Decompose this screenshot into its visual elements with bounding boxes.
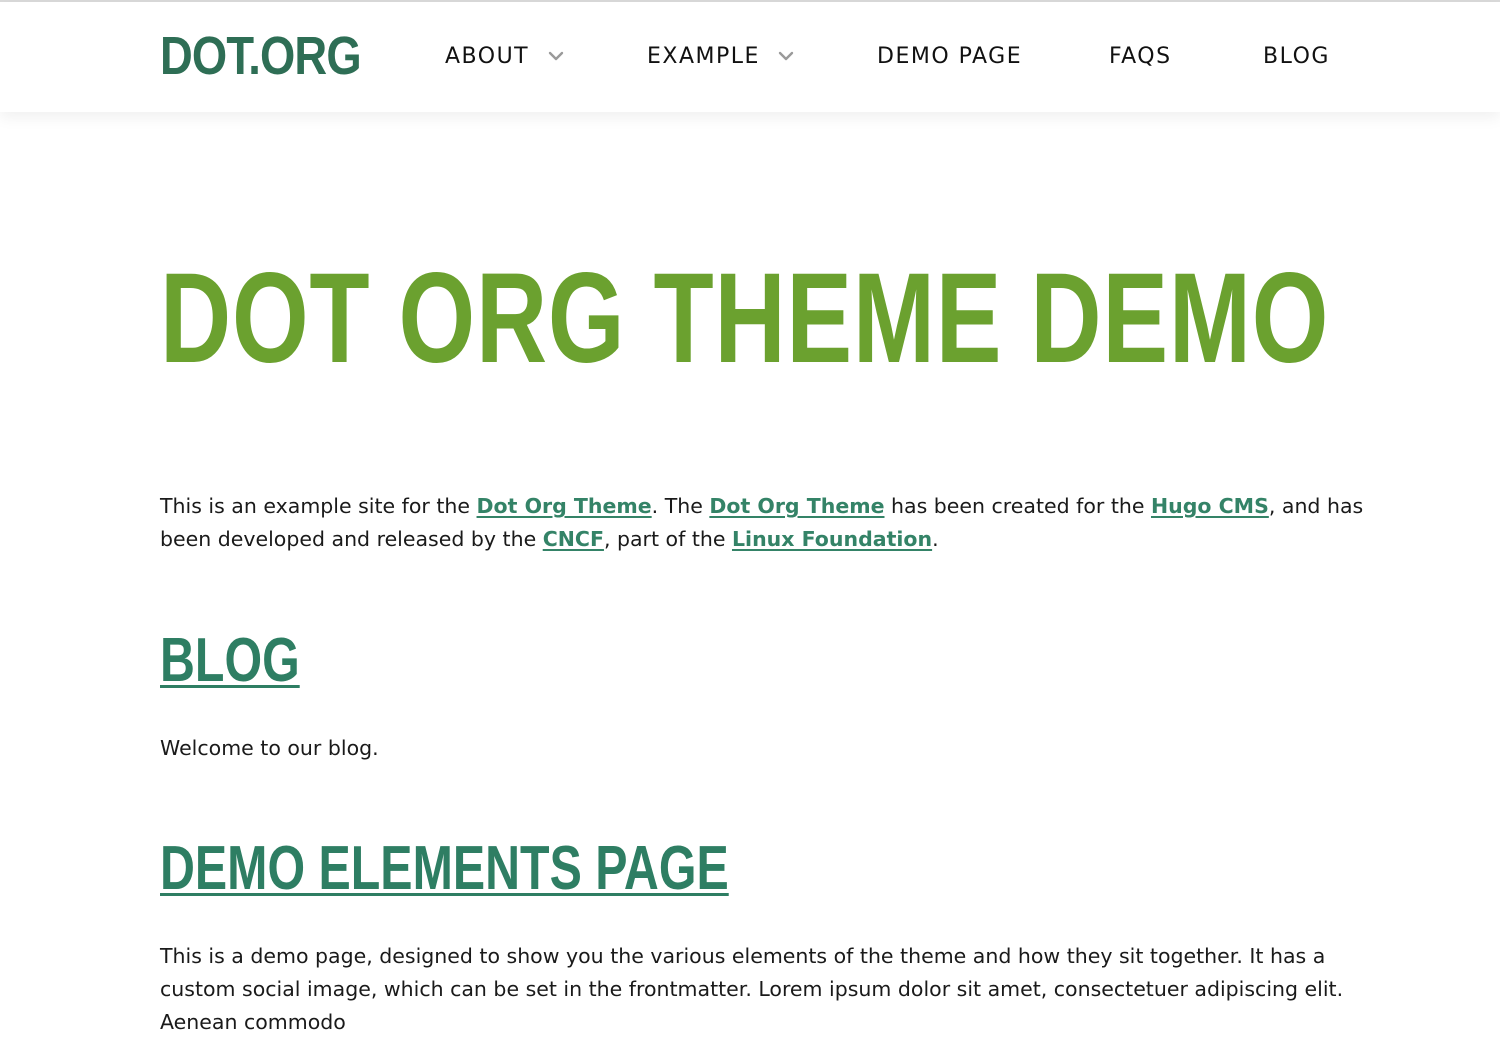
section-title-demo-elements: DEMO ELEMENTS PAGE (160, 836, 729, 902)
nav-item-demo-page[interactable]: DEMO PAGE (877, 42, 1022, 72)
nav-label-example: EXAMPLE (647, 44, 760, 69)
nav-label-faqs: FAQS (1109, 44, 1172, 69)
nav-label-blog: BLOG (1263, 44, 1330, 69)
nav-label-about: ABOUT (445, 44, 530, 69)
nav-label-demo-page: DEMO PAGE (877, 44, 1023, 69)
nav-item-blog[interactable]: BLOG (1263, 42, 1330, 72)
site-header: DOT.ORG ABOUT EXAMPLE DEMO PAGE FAQS BLO… (0, 2, 1500, 112)
chevron-down-icon (779, 51, 794, 61)
nav-item-example[interactable]: EXAMPLE (647, 42, 794, 72)
demo-elements-section-link[interactable]: DEMO ELEMENTS PAGE (160, 834, 729, 903)
cncf-link[interactable]: CNCF (543, 527, 604, 551)
linux-foundation-link[interactable]: Linux Foundation (732, 527, 932, 551)
hugo-cms-link[interactable]: Hugo CMS (1151, 494, 1269, 518)
site-logo[interactable]: DOT.ORG (160, 26, 362, 86)
chevron-down-icon (548, 51, 563, 61)
demo-elements-summary: This is a demo page, designed to show yo… (160, 944, 1344, 1034)
blog-section-link[interactable]: BLOG (160, 626, 300, 695)
page-title: DOT ORG THEME DEMO (160, 247, 1330, 390)
nav-item-faqs[interactable]: FAQS (1109, 42, 1172, 72)
dot-org-theme-link-2[interactable]: Dot Org Theme (709, 494, 884, 518)
dot-org-theme-link[interactable]: Dot Org Theme (477, 494, 652, 518)
blog-summary: Welcome to our blog. (160, 736, 379, 760)
section-title-blog: BLOG (160, 628, 300, 694)
intro-paragraph: This is an example site for the Dot Org … (160, 494, 1364, 551)
nav-item-about[interactable]: ABOUT (445, 42, 564, 72)
